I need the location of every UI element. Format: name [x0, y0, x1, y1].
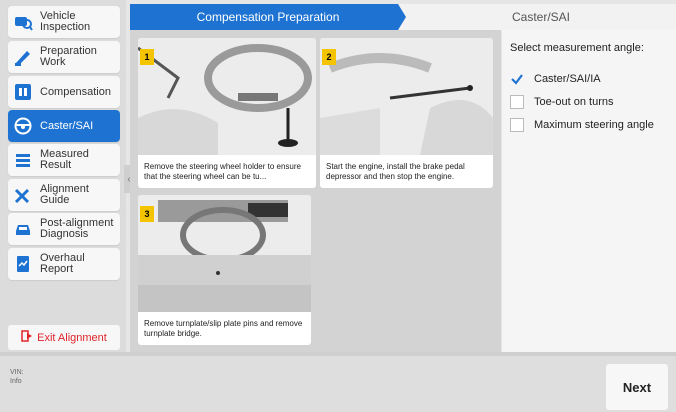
step-compensation-preparation: Compensation Preparation — [130, 4, 406, 30]
option-label: Caster/SAI/IA — [534, 73, 601, 85]
exit-alignment-button[interactable]: Exit Alignment — [8, 325, 120, 350]
instruction-caption: Remove the steering wheel holder to ensu… — [144, 162, 301, 181]
sidebar-item-label: Post-alignment Diagnosis — [40, 217, 114, 240]
checkbox[interactable] — [510, 118, 524, 132]
step-number-badge: 2 — [322, 49, 336, 65]
checkmark-icon — [510, 72, 524, 86]
exit-alignment-label: Exit Alignment — [37, 331, 107, 344]
instruction-caption: Start the engine, install the brake peda… — [326, 162, 465, 181]
steering-wheel-holder-image — [138, 38, 316, 155]
step-number-badge: 3 — [140, 206, 154, 222]
list-icon — [12, 149, 34, 171]
sidebar-item-preparation-work[interactable]: Preparation Work — [8, 41, 120, 73]
checkbox[interactable] — [510, 95, 524, 109]
sidebar: Vehicle Inspection Preparation Work Comp… — [0, 0, 126, 352]
steering-wheel-icon — [12, 115, 34, 137]
sidebar-item-alignment-guide[interactable]: Alignment Guide — [8, 179, 120, 211]
step-bar: Compensation Preparation Caster/SAI — [130, 4, 676, 30]
sidebar-item-label: Vehicle Inspection — [40, 10, 91, 33]
brake-pedal-depressor-image — [320, 38, 493, 155]
sidebar-item-compensation[interactable]: Compensation — [8, 76, 120, 108]
sidebar-item-measured-result[interactable]: Measured Result — [8, 144, 120, 176]
option-label: Toe-out on turns — [534, 96, 614, 108]
report-icon — [12, 253, 34, 275]
step-number-badge: 1 — [140, 49, 154, 65]
sidebar-item-post-alignment-diagnosis[interactable]: Post-alignment Diagnosis — [8, 213, 120, 245]
next-button[interactable]: Next — [606, 364, 668, 410]
measurement-angle-panel: Select measurement angle: Caster/SAI/IA … — [502, 30, 676, 352]
turnplate-pins-image — [138, 195, 311, 312]
option-maximum-steering-angle[interactable]: Maximum steering angle — [510, 118, 654, 132]
exit-icon — [21, 330, 33, 345]
sidebar-item-label: Preparation Work — [40, 45, 97, 68]
sidebar-item-label: Alignment Guide — [40, 183, 89, 206]
sidebar-item-label: Compensation — [40, 85, 111, 98]
instruction-panel: 1 Remove the steering wheel holder to en… — [130, 30, 501, 352]
car-inspection-icon — [12, 11, 34, 33]
instruction-card: 1 Remove the steering wheel holder to en… — [138, 38, 316, 188]
info-label: Info — [10, 378, 22, 385]
vin-label: VIN: — [10, 369, 24, 376]
tools-icon — [12, 46, 34, 68]
sidebar-item-caster-sai[interactable]: Caster/SAI — [8, 110, 120, 142]
footer-bar: VIN: Info Next — [0, 352, 676, 412]
instruction-caption: Remove turnplate/slip plate pins and rem… — [144, 319, 303, 338]
instruction-card: 2 Start the engine, install the brake pe… — [320, 38, 493, 188]
measurement-angle-title: Select measurement angle: — [510, 42, 644, 54]
step-caster-sai: Caster/SAI — [511, 10, 571, 24]
sidebar-item-overhaul-report[interactable]: Overhaul Report — [8, 248, 120, 280]
sidebar-item-label: Overhaul Report — [40, 252, 85, 275]
sidebar-item-label: Measured Result — [40, 148, 89, 171]
option-label: Maximum steering angle — [534, 119, 654, 131]
compensation-icon — [12, 81, 34, 103]
vehicle-info: VIN: Info — [10, 368, 24, 386]
sidebar-item-vehicle-inspection[interactable]: Vehicle Inspection — [8, 6, 120, 38]
sidebar-item-label: Caster/SAI — [40, 119, 94, 132]
option-toe-out-on-turns[interactable]: Toe-out on turns — [510, 95, 614, 109]
wrench-icon — [12, 184, 34, 206]
option-caster-sai-ia[interactable]: Caster/SAI/IA — [510, 72, 601, 86]
car-icon — [12, 218, 34, 240]
app-window: Vehicle Inspection Preparation Work Comp… — [0, 0, 676, 412]
instruction-card: 3 Remove turnplate/slip plate pins and r… — [138, 195, 311, 345]
